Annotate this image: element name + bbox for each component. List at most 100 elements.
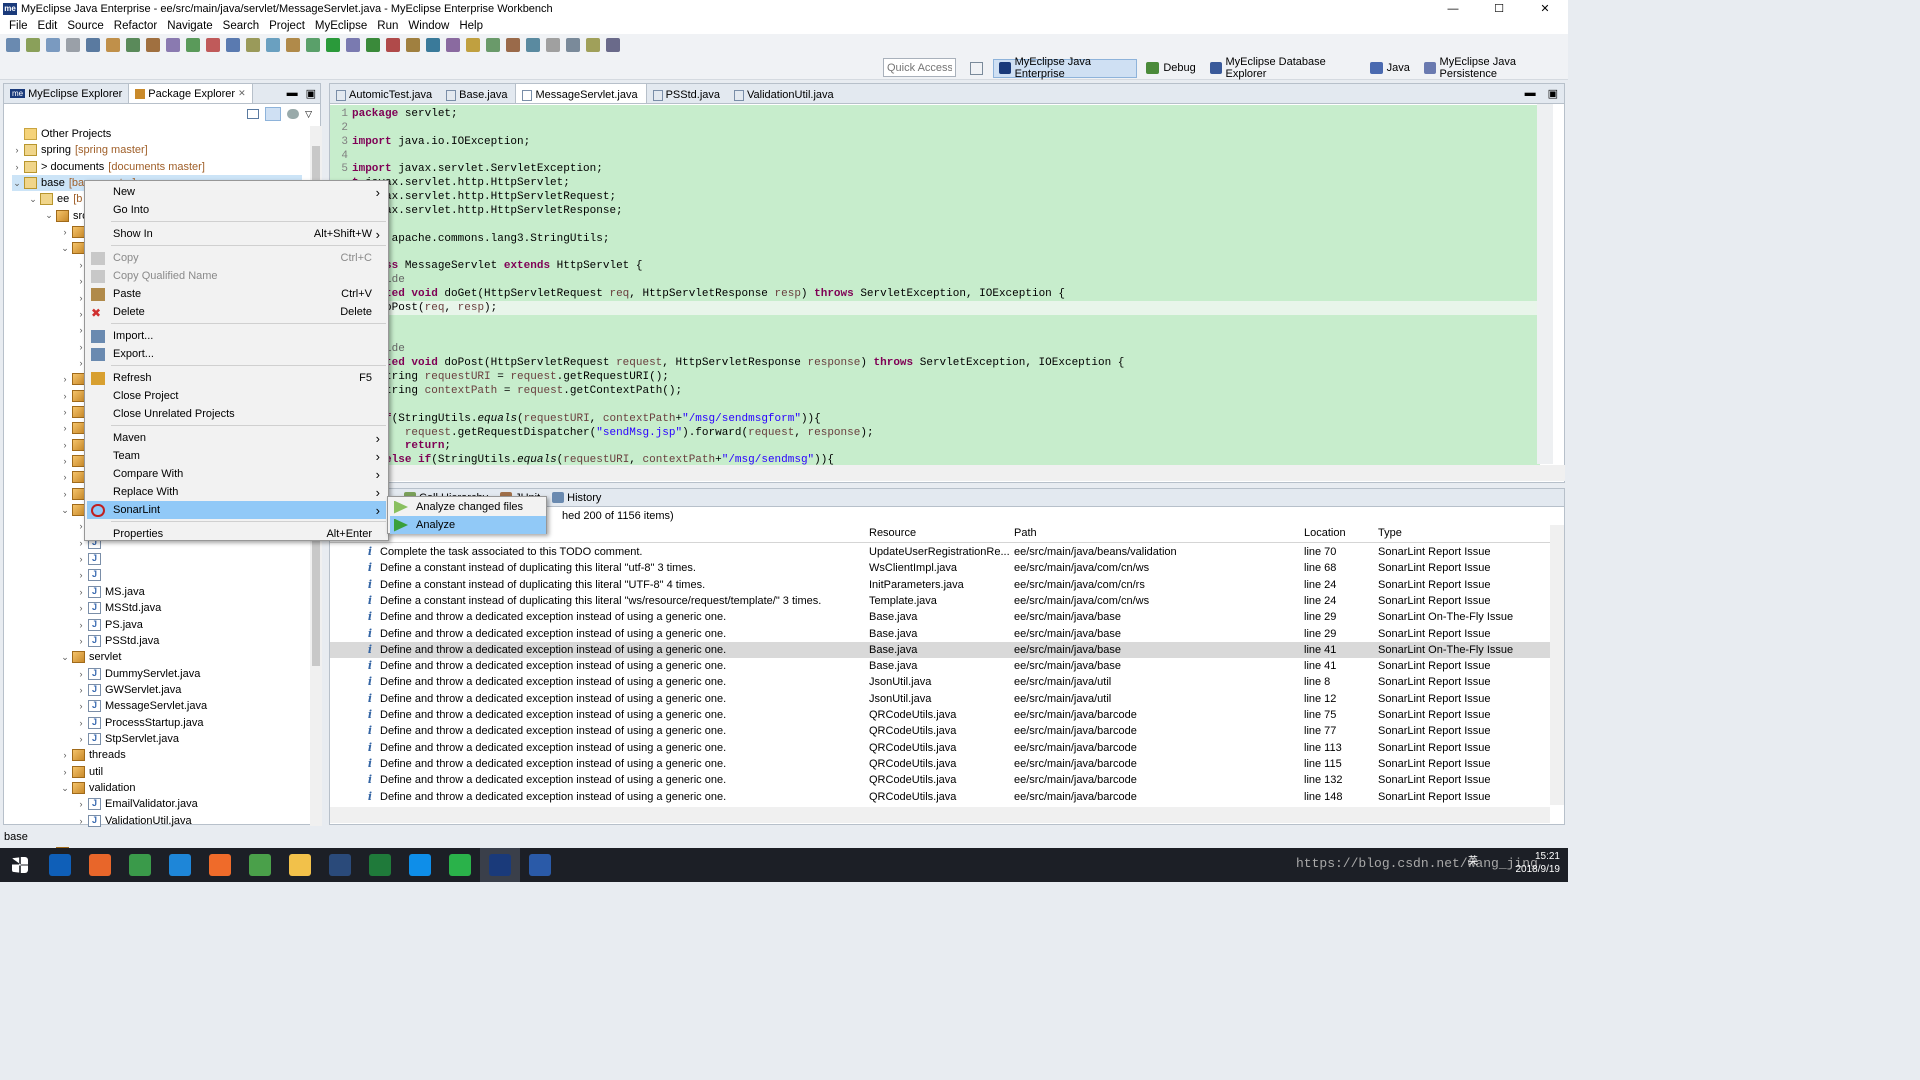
expand-arrow-icon[interactable]: ⌄ (60, 783, 70, 794)
tree-item[interactable]: › PSStd.java (76, 633, 159, 649)
perspective-myeclipse-java-enterprise[interactable]: MyEclipse Java Enterprise (992, 56, 1138, 80)
issue-row[interactable]: i Define and throw a dedicated exception … (330, 740, 1550, 756)
issue-row[interactable]: i Define and throw a dedicated exception … (330, 674, 1550, 690)
toolbar-edit-icon[interactable] (266, 38, 280, 52)
tree-item-hidden[interactable]: › (76, 567, 105, 583)
editor-horizontal-scrollbar[interactable] (329, 465, 1565, 481)
issues-vertical-scrollbar[interactable] (1550, 525, 1564, 805)
tree-item[interactable]: › > documents [documents master] (12, 159, 205, 175)
issue-row[interactable]: i Complete the task associated to this TO… (330, 544, 1550, 560)
toolbar-pin-icon[interactable] (446, 38, 460, 52)
remote-desktop-icon[interactable] (320, 848, 360, 882)
menu-item-refresh[interactable]: Refresh F5 (87, 369, 386, 387)
expand-arrow-icon[interactable]: ⌄ (60, 243, 70, 254)
tree-item[interactable]: ⌄ src (44, 208, 88, 224)
editor-tab[interactable]: Base.java (440, 84, 515, 103)
view-menu-icon[interactable]: ▽ (305, 109, 312, 120)
ime-indicator[interactable]: 英 (1468, 855, 1478, 868)
toolbar-build-icon[interactable] (206, 38, 220, 52)
collapse-arrow-icon[interactable]: › (60, 750, 70, 760)
tree-item[interactable]: ⌄ ee [b (28, 191, 82, 207)
collapse-arrow-icon[interactable]: › (76, 636, 86, 646)
column-path[interactable]: Path (1014, 525, 1294, 541)
tree-item[interactable]: › StpServlet.java (76, 731, 179, 747)
menu-run[interactable]: Run (372, 20, 403, 32)
collapse-arrow-icon[interactable]: › (60, 374, 70, 384)
menu-window[interactable]: Window (403, 20, 454, 32)
menu-item-delete[interactable]: ✖ Delete Delete (87, 303, 386, 321)
tree-item[interactable]: › MSStd.java (76, 600, 161, 616)
menu-item-close-unrelated-projects[interactable]: Close Unrelated Projects (87, 405, 386, 423)
quick-access-input[interactable] (883, 58, 956, 77)
collapse-arrow-icon[interactable]: › (12, 145, 22, 155)
open-perspective-icon[interactable] (970, 61, 983, 75)
tab-history[interactable]: History (546, 492, 607, 504)
toolbar-run-app-icon[interactable] (326, 38, 340, 52)
toolbar-debug-app-icon[interactable] (346, 38, 360, 52)
toolbar-history-icon[interactable] (306, 38, 320, 52)
menu-item-paste[interactable]: Paste Ctrl+V (87, 285, 386, 303)
collapse-arrow-icon[interactable]: › (76, 603, 86, 613)
visio-icon[interactable] (520, 848, 560, 882)
collapse-arrow-icon[interactable]: › (76, 734, 86, 744)
menu-item-maven[interactable]: Maven › (87, 429, 386, 447)
editor-tab[interactable]: AutomicTest.java (330, 84, 440, 103)
collapse-arrow-icon[interactable]: › (76, 620, 86, 630)
menu-search[interactable]: Search (218, 20, 264, 32)
perspective-myeclipse-database-explorer[interactable]: MyEclipse Database Explorer (1205, 56, 1361, 80)
menu-item-analyze-changed-files[interactable]: Analyze changed files (390, 498, 546, 516)
menu-item-show-in[interactable]: Show In Alt+Shift+W › (87, 225, 386, 243)
minimize-button[interactable]: — (1430, 0, 1476, 18)
collapse-arrow-icon[interactable]: › (60, 391, 70, 401)
outlook-icon[interactable] (40, 848, 80, 882)
minimize-view-icon[interactable]: ▬ (283, 84, 302, 103)
collapse-arrow-icon[interactable]: › (60, 456, 70, 466)
issue-row[interactable]: i Define and throw a dedicated exception … (330, 772, 1550, 788)
toolbar-run-icon[interactable] (106, 38, 120, 52)
menu-item-replace-with[interactable]: Replace With › (87, 483, 386, 501)
tree-item[interactable]: › GWServlet.java (76, 682, 181, 698)
toolbar-browser-icon[interactable] (186, 38, 200, 52)
issue-row[interactable]: i Define a constant instead of duplicatin… (330, 560, 1550, 576)
firefox-icon[interactable] (80, 848, 120, 882)
collapse-arrow-icon[interactable]: › (60, 423, 70, 433)
maximize-view-icon[interactable]: ▣ (302, 84, 320, 103)
collapse-arrow-icon[interactable]: › (76, 718, 86, 728)
issue-row[interactable]: i Define and throw a dedicated exception … (330, 626, 1550, 642)
menu-item-compare-with[interactable]: Compare With › (87, 465, 386, 483)
tree-item[interactable]: › EmailValidator.java (76, 796, 198, 812)
tree-item[interactable]: Other Projects (12, 126, 111, 142)
tree-item[interactable]: › MS.java (76, 584, 145, 600)
focus-icon[interactable] (287, 109, 300, 119)
excel-icon[interactable] (360, 848, 400, 882)
toolbar-new-icon[interactable] (6, 38, 20, 52)
toolbar-format-icon[interactable] (286, 38, 300, 52)
toolbar-open-type-icon[interactable] (66, 38, 80, 52)
collapse-arrow-icon[interactable]: › (12, 162, 22, 172)
menu-help[interactable]: Help (454, 20, 488, 32)
collapse-arrow-icon[interactable]: › (76, 570, 86, 580)
menu-item-analyze[interactable]: Analyze (390, 516, 546, 534)
collapse-arrow-icon[interactable]: › (76, 669, 86, 679)
collapse-arrow-icon[interactable]: › (60, 440, 70, 450)
tree-item[interactable]: ⌄ servlet (60, 649, 121, 665)
toolbar-team-icon[interactable] (406, 38, 420, 52)
close-button[interactable]: ✕ (1522, 0, 1568, 18)
tree-item[interactable]: › threads (60, 747, 126, 763)
toolbar-wizard-icon[interactable] (466, 38, 480, 52)
expand-arrow-icon[interactable]: ⌄ (12, 178, 22, 189)
tree-item[interactable]: ⌄ validation (60, 780, 135, 796)
menu-item-team[interactable]: Team › (87, 447, 386, 465)
issue-row[interactable]: i Define and throw a dedicated exception … (330, 756, 1550, 772)
expand-arrow-icon[interactable]: ⌄ (28, 194, 38, 205)
tab-myeclipse-explorer[interactable]: me MyEclipse Explorer (4, 84, 128, 103)
toolbar-task-icon[interactable] (506, 38, 520, 52)
tree-item[interactable]: › ProcessStartup.java (76, 715, 203, 731)
issue-row[interactable]: i Define a constant instead of duplicatin… (330, 593, 1550, 609)
menu-source[interactable]: Source (62, 20, 108, 32)
editor-tab[interactable]: ValidationUtil.java (728, 84, 842, 103)
column-type[interactable]: Type (1378, 525, 1548, 541)
code-area[interactable]: 1 package servlet; 2 3 import java.io.IOExce… (330, 105, 1540, 466)
collapse-arrow-icon[interactable]: › (76, 554, 86, 564)
collapse-arrow-icon[interactable]: › (76, 701, 86, 711)
